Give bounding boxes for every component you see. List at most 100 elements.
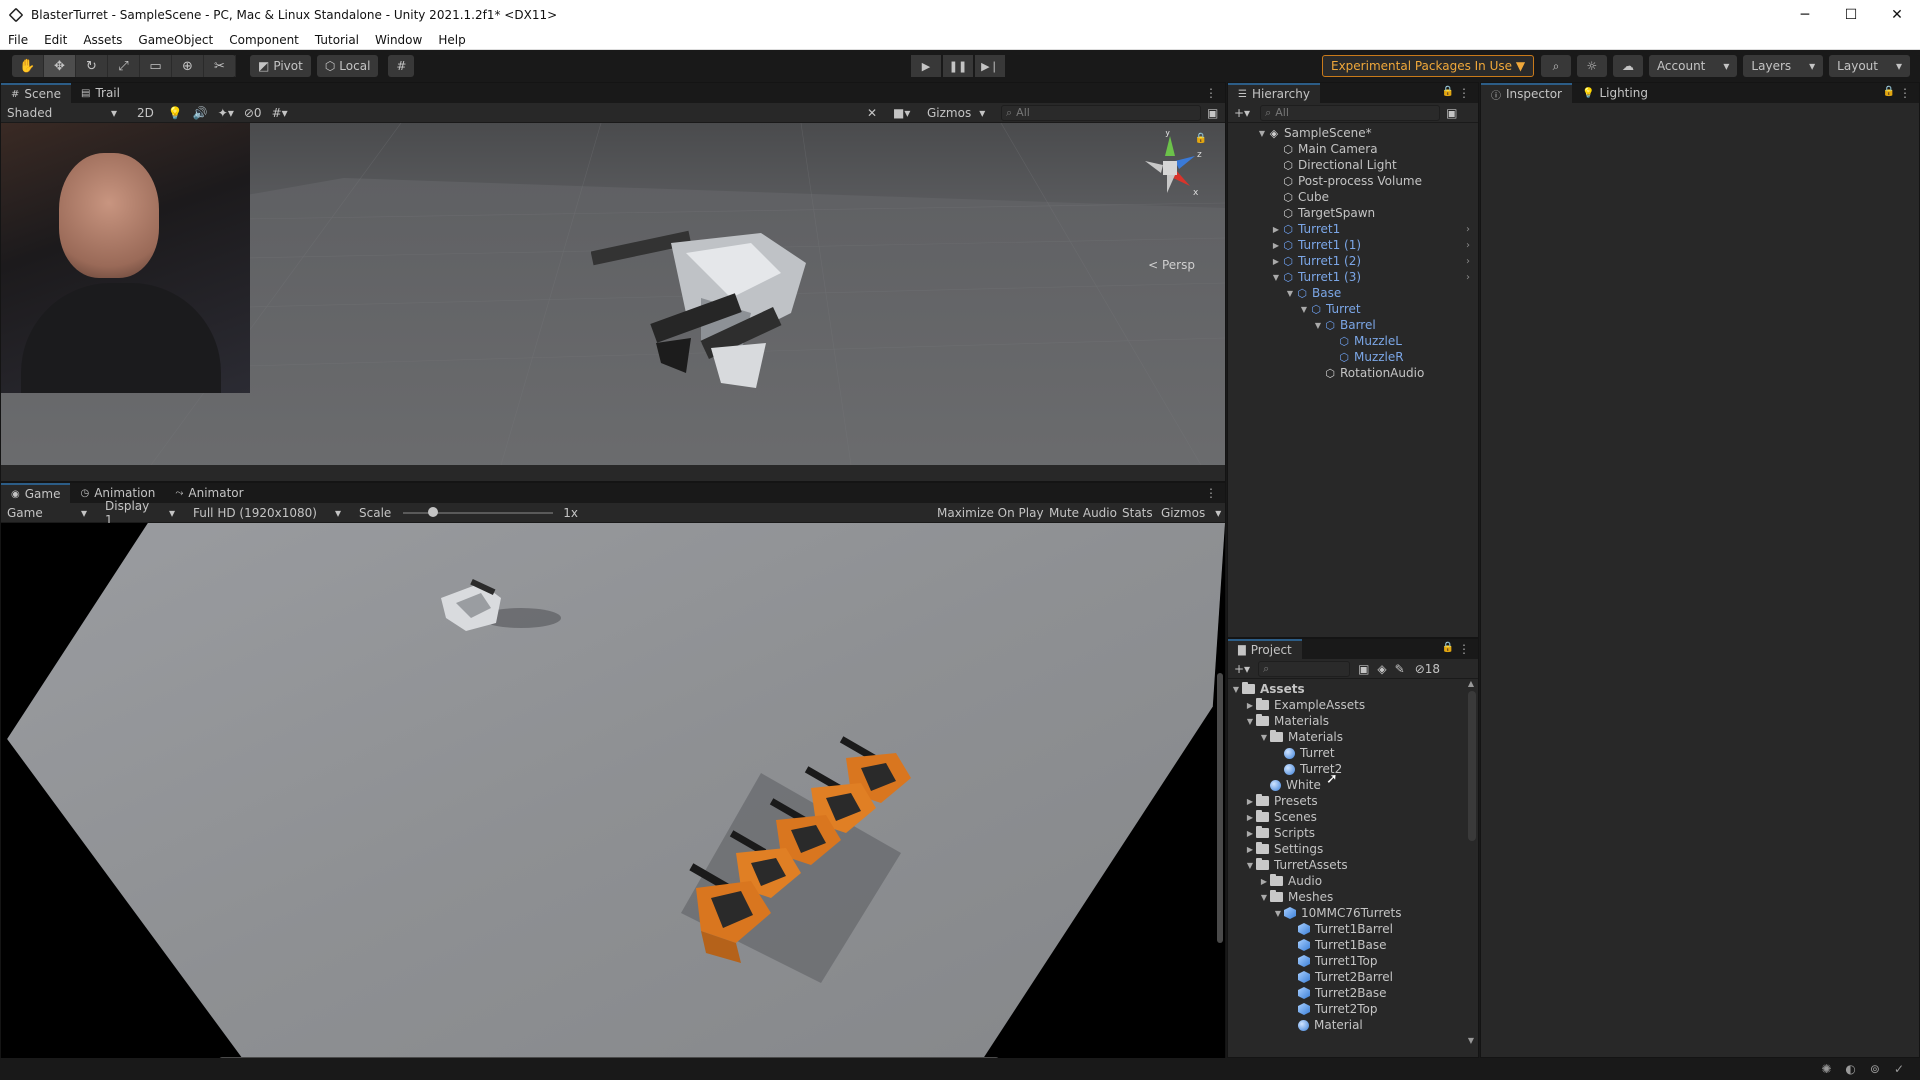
tree-row[interactable]: ▼ 10MMC76Turrets — [1228, 905, 1478, 921]
tree-row[interactable]: Turret2Top — [1228, 1001, 1478, 1017]
kebab-menu-icon[interactable]: ⋮ — [1899, 86, 1911, 100]
add-button[interactable]: +▾ — [1234, 662, 1250, 676]
effects-toggle-icon[interactable]: ✦▾ — [218, 106, 234, 120]
open-prefab-chevron-icon[interactable]: › — [1466, 224, 1470, 235]
cache-icon[interactable]: ⊚ — [1870, 1062, 1880, 1076]
play-button[interactable]: ▶ — [911, 55, 941, 77]
layout-dropdown[interactable]: Layout ▾ — [1829, 55, 1910, 77]
pivot-toggle[interactable]: ◩ Pivot — [250, 55, 311, 77]
project-scrollbar[interactable] — [1468, 691, 1476, 841]
lock-icon[interactable]: 🔒 — [1442, 86, 1454, 97]
tab-inspector[interactable]: ⓘ Inspector — [1481, 83, 1572, 103]
expand-arrow-icon[interactable]: ▼ — [1270, 273, 1282, 282]
game-gizmos-dropdown[interactable]: Gizmos ▾ — [1161, 506, 1221, 520]
tree-row[interactable]: ▶ Scenes — [1228, 809, 1478, 825]
lock-icon[interactable]: 🔒 — [1883, 86, 1895, 97]
menu-help[interactable]: Help — [430, 33, 473, 47]
tree-row[interactable]: ▶ Presets — [1228, 793, 1478, 809]
tree-row[interactable]: ▼ Meshes — [1228, 889, 1478, 905]
kebab-menu-icon[interactable]: ⋮ — [1205, 86, 1217, 100]
tab-trail[interactable]: ▤ Trail — [71, 83, 130, 103]
tree-row[interactable]: ▼ ◈ SampleScene* — [1228, 125, 1478, 141]
tree-row[interactable]: Material — [1228, 1017, 1478, 1033]
rect-tool-icon[interactable]: ▭ — [140, 55, 172, 77]
tree-row[interactable]: ⬡ Main Camera — [1228, 141, 1478, 157]
minimize-button[interactable]: ─ — [1782, 0, 1828, 30]
search-by-label-icon[interactable]: ◈ — [1377, 662, 1386, 676]
tree-row[interactable]: Turret1Barrel — [1228, 921, 1478, 937]
tab-scene[interactable]: # Scene — [1, 83, 71, 103]
collapse-arrow-icon[interactable]: ▶ — [1244, 797, 1256, 806]
expand-arrow-icon[interactable]: ▼ — [1244, 861, 1256, 870]
tree-row[interactable]: ▶ ExampleAssets — [1228, 697, 1478, 713]
hierarchy-search-input[interactable]: ⌕ All — [1260, 104, 1441, 121]
expand-arrow-icon[interactable]: ▼ — [1284, 289, 1296, 298]
tree-row[interactable]: Turret2Barrel — [1228, 969, 1478, 985]
game-viewport[interactable] — [1, 523, 1225, 1063]
debug-icon[interactable]: ✺ — [1821, 1062, 1831, 1076]
experimental-packages-dropdown[interactable]: Experimental Packages In Use ▼ — [1322, 55, 1535, 77]
tree-row[interactable]: ▼ ⬡ Turret — [1228, 301, 1478, 317]
tree-row[interactable]: ▶ ⬡ Turret1 › — [1228, 221, 1478, 237]
tree-row[interactable]: ⬡ Cube — [1228, 189, 1478, 205]
resolution-dropdown[interactable]: Full HD (1920x1080) ▾ — [187, 506, 347, 520]
menu-gameobject[interactable]: GameObject — [130, 33, 221, 47]
tree-row[interactable]: ▼ TurretAssets — [1228, 857, 1478, 873]
expand-arrow-icon[interactable]: ▼ — [1258, 893, 1270, 902]
collapse-arrow-icon[interactable]: ▶ — [1244, 845, 1256, 854]
local-toggle[interactable]: ⬡ Local — [316, 55, 379, 77]
project-search-input[interactable]: ⌕ — [1258, 660, 1351, 677]
cloud-icon[interactable]: ☁ — [1612, 55, 1643, 77]
tab-hierarchy[interactable]: ☰ Hierarchy — [1228, 83, 1320, 103]
maximize-button[interactable]: ☐ — [1828, 0, 1874, 30]
tree-row[interactable]: ⬡ RotationAudio — [1228, 365, 1478, 381]
scale-tool-icon[interactable]: ⤢ — [108, 55, 140, 77]
tree-row[interactable]: ▼ ⬡ Base — [1228, 285, 1478, 301]
maximize-on-play-toggle[interactable]: Maximize On Play — [937, 506, 1044, 520]
scale-slider[interactable] — [403, 506, 554, 517]
tree-row[interactable]: ▶ Scripts — [1228, 825, 1478, 841]
open-prefab-chevron-icon[interactable]: › — [1466, 240, 1470, 251]
move-tool-icon[interactable]: ✥ — [44, 55, 76, 77]
search-icon[interactable]: ⌕ — [1540, 55, 1571, 77]
gizmos-dropdown[interactable]: Gizmos ▾ — [927, 106, 985, 120]
tree-row[interactable]: ⬡ MuzzleR — [1228, 349, 1478, 365]
grid-toggle-icon[interactable]: #▾ — [272, 106, 288, 120]
tree-row[interactable]: ▶ Settings — [1228, 841, 1478, 857]
scroll-down-icon[interactable]: ▼ — [1468, 1036, 1474, 1045]
tree-row[interactable]: ▼ Materials — [1228, 729, 1478, 745]
stats-toggle[interactable]: Stats — [1122, 506, 1153, 520]
expand-arrow-icon[interactable]: ▼ — [1258, 733, 1270, 742]
pause-button[interactable]: ❚❚ — [943, 55, 973, 77]
menu-component[interactable]: Component — [221, 33, 307, 47]
menu-tutorial[interactable]: Tutorial — [307, 33, 367, 47]
game-vertical-scrollbar[interactable] — [1217, 673, 1223, 943]
account-dropdown[interactable]: Account ▾ — [1648, 55, 1738, 77]
collapse-arrow-icon[interactable]: ▶ — [1244, 813, 1256, 822]
tree-row[interactable]: ⬡ MuzzleL — [1228, 333, 1478, 349]
tree-row[interactable]: White — [1228, 777, 1478, 793]
step-button[interactable]: ▶❘ — [975, 55, 1005, 77]
audio-toggle-icon[interactable]: 🔊 — [193, 106, 208, 120]
open-prefab-chevron-icon[interactable]: › — [1466, 272, 1470, 283]
mute-audio-toggle[interactable]: Mute Audio — [1049, 506, 1117, 520]
kebab-menu-icon[interactable]: ⋮ — [1205, 486, 1217, 500]
expand-arrow-icon[interactable]: ▼ — [1230, 685, 1242, 694]
collapse-arrow-icon[interactable]: ▶ — [1270, 241, 1282, 250]
tab-project[interactable]: ▇ Project — [1228, 639, 1302, 659]
menu-file[interactable]: File — [0, 33, 36, 47]
transform-tool-icon[interactable]: ⊕ — [172, 55, 204, 77]
scroll-up-icon[interactable]: ▲ — [1468, 679, 1474, 688]
menu-edit[interactable]: Edit — [36, 33, 75, 47]
expand-arrow-icon[interactable]: ▼ — [1244, 717, 1256, 726]
tree-row[interactable]: ⬡ Directional Light — [1228, 157, 1478, 173]
collapse-arrow-icon[interactable]: ▶ — [1244, 701, 1256, 710]
collab-status-icon[interactable]: ✓ — [1894, 1062, 1904, 1076]
hand-tool-icon[interactable]: ✋ — [12, 55, 44, 77]
kebab-menu-icon[interactable]: ⋮ — [1458, 642, 1470, 656]
favorites-icon[interactable]: ✎ — [1395, 662, 1405, 676]
open-prefab-chevron-icon[interactable]: › — [1466, 256, 1470, 267]
search-by-type-icon[interactable]: ▣ — [1358, 662, 1369, 676]
tab-game[interactable]: ◉ Game — [1, 483, 71, 503]
tree-row[interactable]: ▼ ⬡ Turret1 (3) › — [1228, 269, 1478, 285]
